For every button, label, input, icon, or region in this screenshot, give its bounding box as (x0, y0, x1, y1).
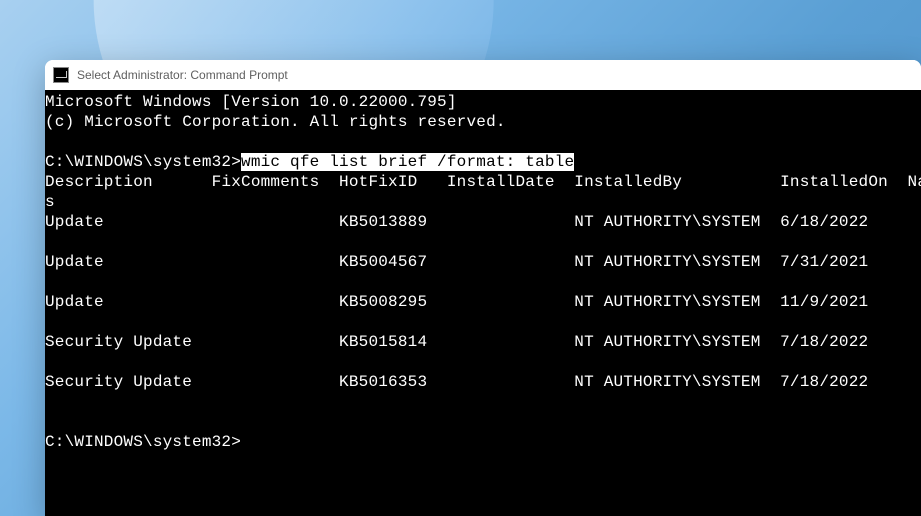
banner-line2: (c) Microsoft Corporation. All rights re… (45, 113, 506, 131)
titlebar[interactable]: Select Administrator: Command Prompt (45, 60, 921, 90)
columns-header: Description FixComments HotFixID Install… (45, 173, 921, 191)
terminal-body[interactable]: Microsoft Windows [Version 10.0.22000.79… (45, 90, 921, 516)
output-rows: Update KB5013889 NT AUTHORITY\SYSTEM 6/1… (45, 213, 868, 391)
window-title: Select Administrator: Command Prompt (77, 68, 288, 82)
banner-line1: Microsoft Windows [Version 10.0.22000.79… (45, 93, 457, 111)
cmd-icon (53, 67, 69, 83)
prompt-cwd: C:\WINDOWS\system32> (45, 153, 241, 171)
columns-header-wrap: s (45, 193, 55, 211)
prompt-cwd-2: C:\WINDOWS\system32> (45, 433, 241, 451)
command-text: wmic qfe list brief /format: table (241, 153, 574, 171)
command-prompt-window[interactable]: Select Administrator: Command Prompt Mic… (45, 60, 921, 516)
